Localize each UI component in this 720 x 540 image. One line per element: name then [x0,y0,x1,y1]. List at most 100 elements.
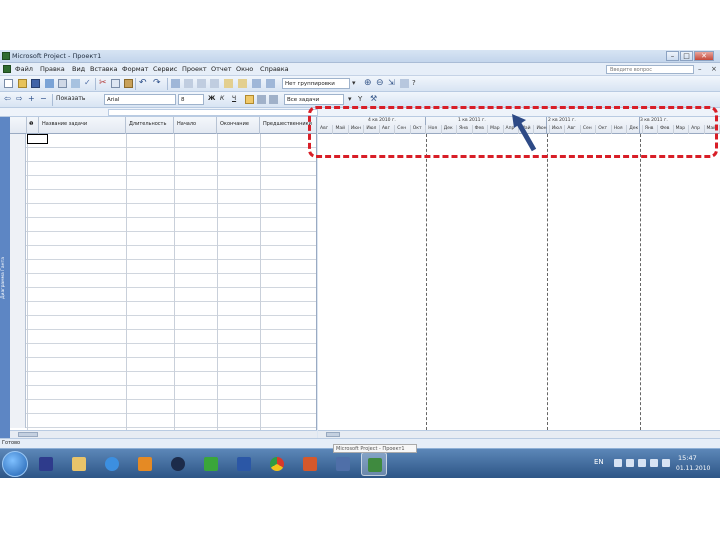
gantt-chart[interactable]: 4 кв 2010 г. 1 кв 2011 г. 2 кв 2011 г. 3… [318,117,720,430]
copy-picture-icon[interactable] [266,79,275,88]
taskbar-media[interactable] [132,452,158,476]
col-duration[interactable]: Длительность [126,117,174,134]
tray-flag-icon[interactable] [626,459,634,467]
taskbar-ie[interactable] [99,452,125,476]
paste-icon[interactable] [124,79,133,88]
table-row[interactable] [10,288,316,302]
row-header[interactable] [10,400,26,414]
font-size-select[interactable]: 8 [178,94,204,105]
tray-battery-icon[interactable] [650,459,658,467]
table-row[interactable] [10,372,316,386]
col-indicators[interactable]: ❶ [27,117,39,134]
row-header[interactable] [10,246,26,260]
show-dropdown[interactable]: Показать [56,95,85,102]
align-left-icon[interactable] [245,95,254,104]
menu-project[interactable]: Проект [182,65,207,73]
align-right-icon[interactable] [269,95,278,104]
doc-close-icon[interactable]: × [711,65,717,73]
row-header[interactable] [10,260,26,274]
table-row[interactable] [10,204,316,218]
table-row[interactable] [10,134,316,148]
show-subtasks-icon[interactable]: + [28,95,37,104]
taskbar-save-app[interactable] [33,452,59,476]
unlink-tasks-icon[interactable] [197,79,206,88]
table-row[interactable] [10,274,316,288]
row-header[interactable] [10,232,26,246]
col-select-all[interactable] [10,117,27,134]
col-task-name[interactable]: Название задачи [39,117,126,134]
help-icon[interactable]: ? [412,79,421,88]
active-cell[interactable] [27,134,48,144]
copy-icon[interactable] [111,79,120,88]
row-header[interactable] [10,274,26,288]
menu-tools[interactable]: Сервис [153,65,177,73]
taskbar-utorrent[interactable] [198,452,224,476]
table-row[interactable] [10,400,316,414]
row-header[interactable] [10,414,26,428]
table-row[interactable] [10,218,316,232]
new-icon[interactable] [4,79,13,88]
col-start[interactable]: Начало [174,117,217,134]
italic-button[interactable]: К [220,95,224,102]
zoom-in-icon[interactable]: ⊕ [364,79,373,88]
task-notes-icon[interactable] [238,79,247,88]
table-row[interactable] [10,330,316,344]
table-row[interactable] [10,148,316,162]
table-row[interactable] [10,358,316,372]
close-button[interactable]: ✕ [694,51,714,61]
menu-help[interactable]: Справка [260,65,289,73]
link-tasks-icon[interactable] [184,79,193,88]
maximize-button[interactable]: □ [680,51,693,61]
dropdown-arrow-icon[interactable]: ▾ [352,79,361,88]
split-task-icon[interactable] [210,79,219,88]
table-row[interactable] [10,246,316,260]
publish-icon[interactable] [45,79,54,88]
menu-insert[interactable]: Вставка [90,65,118,73]
autofilter-icon[interactable]: ▾ [348,95,357,104]
row-header[interactable] [10,134,26,148]
row-header[interactable] [10,386,26,400]
outdent-icon[interactable]: ⇦ [4,95,13,104]
copy-picture-icon-2[interactable] [400,79,409,88]
row-header[interactable] [10,302,26,316]
clock-time[interactable]: 15:47 [678,454,697,462]
menu-view[interactable]: Вид [72,65,85,73]
entry-input[interactable] [108,109,318,116]
row-header[interactable] [10,344,26,358]
open-icon[interactable] [18,79,27,88]
taskbar-hp[interactable] [165,452,191,476]
table-row[interactable] [10,344,316,358]
align-center-icon[interactable] [257,95,266,104]
row-header[interactable] [10,330,26,344]
menu-window[interactable]: Окно [236,65,253,73]
row-header[interactable] [10,316,26,330]
menu-format[interactable]: Формат [122,65,148,73]
tray-volume-icon[interactable] [662,459,670,467]
row-header[interactable] [10,358,26,372]
insert-hyperlink-icon[interactable] [171,79,180,88]
row-header[interactable] [10,176,26,190]
row-header[interactable] [10,190,26,204]
filter-select[interactable]: Все задачи [284,94,344,105]
spelling-icon[interactable]: ✓ [84,79,93,88]
taskbar-project[interactable] [361,452,387,476]
start-button[interactable] [2,451,28,477]
hide-subtasks-icon[interactable]: − [40,95,49,104]
table-row[interactable] [10,316,316,330]
table-row[interactable] [10,162,316,176]
undo-icon[interactable]: ↶ [139,79,148,88]
language-indicator[interactable]: EN [594,458,604,466]
table-row[interactable] [10,176,316,190]
zoom-out-icon[interactable]: ⊖ [376,79,385,88]
table-row[interactable] [10,260,316,274]
assign-resources-icon[interactable] [252,79,261,88]
table-row[interactable] [10,302,316,316]
row-header[interactable] [10,148,26,162]
table-horizontal-scrollbar[interactable] [10,430,317,438]
gantt-horizontal-scrollbar[interactable] [318,430,720,438]
row-header[interactable] [10,204,26,218]
task-info-icon[interactable] [224,79,233,88]
filter-icon[interactable]: Y [358,95,367,104]
taskbar-powerpoint[interactable] [297,452,323,476]
row-header[interactable] [10,162,26,176]
